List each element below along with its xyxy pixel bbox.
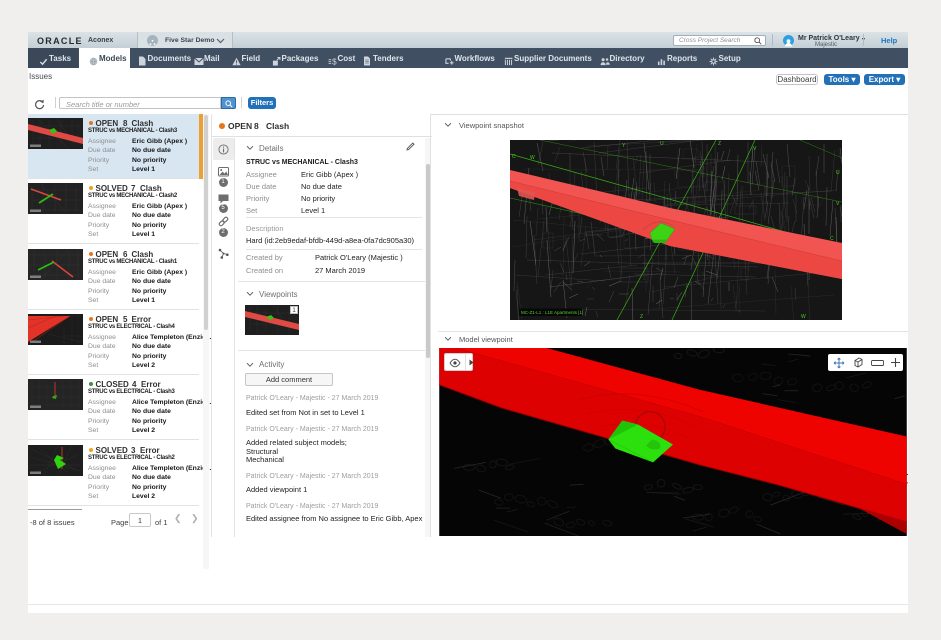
svg-text:U: U	[836, 170, 840, 176]
svg-text:W: W	[530, 155, 535, 161]
svg-text:C: C	[512, 154, 516, 160]
svg-text:$: $	[332, 57, 337, 66]
svg-text:MC-Z1-L1 : L1E Apartments [1]: MC-Z1-L1 : L1E Apartments [1]	[521, 310, 583, 315]
svg-text:Z: Z	[640, 314, 643, 320]
svg-text:U: U	[660, 141, 664, 147]
svg-text:W: W	[801, 314, 806, 320]
svg-text:Z: Z	[718, 141, 721, 147]
svg-text:C: C	[830, 236, 834, 242]
